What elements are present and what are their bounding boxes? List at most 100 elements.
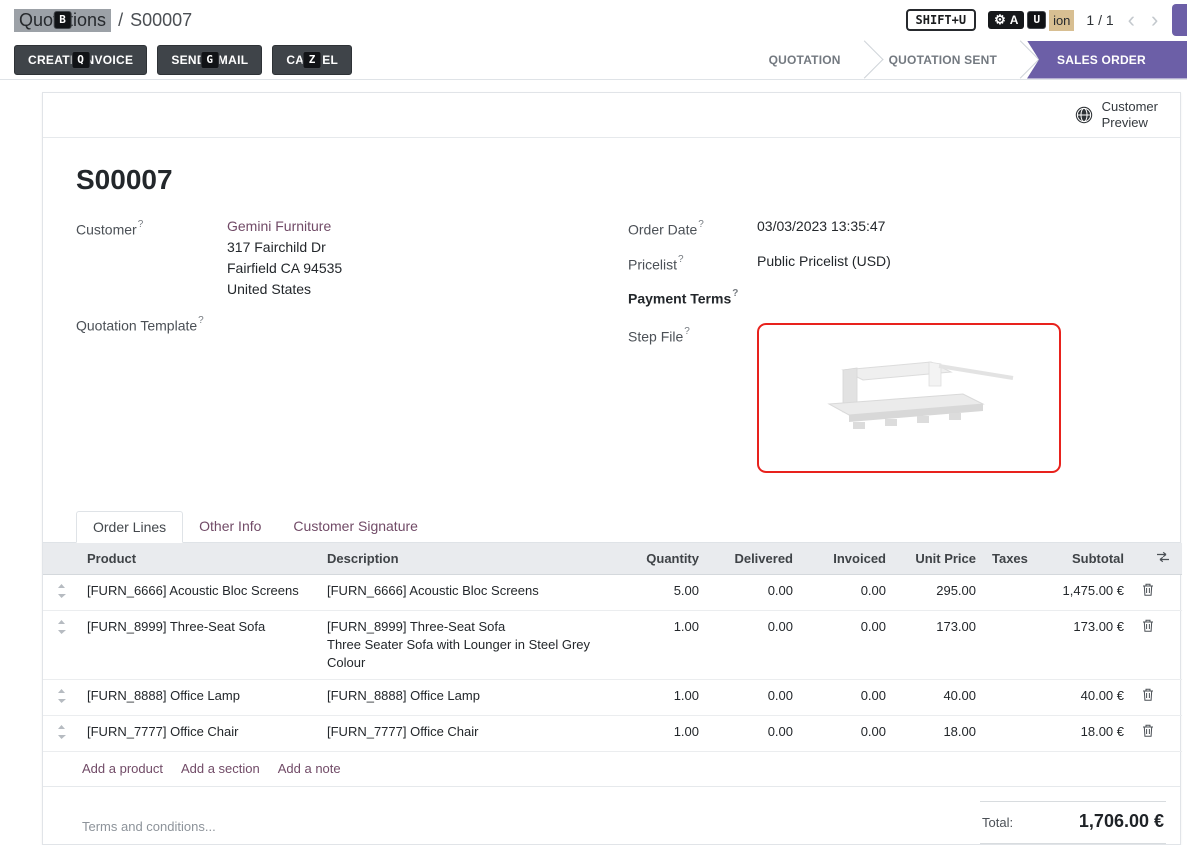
order-line-row[interactable]: [FURN_6666] Acoustic Bloc Screens [FURN_… — [43, 574, 1182, 610]
delete-line-button[interactable] — [1140, 618, 1156, 636]
line-unit-price[interactable]: 40.00 — [894, 679, 984, 715]
taxes-column-header: Taxes — [984, 543, 1036, 575]
line-invoiced[interactable]: 0.00 — [801, 715, 894, 751]
line-quantity[interactable]: 1.00 — [617, 715, 707, 751]
order-date-label: Order Date? — [628, 216, 757, 241]
delivered-column-header: Delivered — [707, 543, 801, 575]
customer-field: Customer? Gemini Furniture 317 Fairchild… — [76, 216, 628, 300]
customer-value[interactable]: Gemini Furniture 317 Fairchild Dr Fairfi… — [227, 216, 342, 300]
tab-order-lines[interactable]: Order Lines — [76, 511, 183, 543]
add-product-link[interactable]: Add a product — [82, 761, 163, 776]
line-unit-price[interactable]: 173.00 — [894, 610, 984, 679]
line-delivered[interactable]: 0.00 — [707, 715, 801, 751]
order-title[interactable]: S00007 — [43, 164, 1180, 196]
pager-next-button[interactable]: › — [1149, 9, 1160, 31]
total-value: 1,706.00 € — [1079, 811, 1164, 832]
customer-link[interactable]: Gemini Furniture — [227, 216, 342, 237]
help-marker: ? — [678, 254, 684, 265]
line-product[interactable]: [FURN_7777] Office Chair — [79, 715, 319, 751]
unit-price-column-header: Unit Price — [894, 543, 984, 575]
delete-line-button[interactable] — [1140, 723, 1156, 741]
breadcrumb-separator: / — [118, 10, 123, 31]
drag-handle-icon — [57, 620, 66, 634]
line-invoiced[interactable]: 0.00 — [801, 679, 894, 715]
pricelist-field: Pricelist? Public Pricelist (USD) — [628, 251, 1147, 276]
line-description[interactable]: [FURN_6666] Acoustic Bloc Screens — [319, 574, 617, 610]
step-file-image[interactable] — [757, 323, 1061, 473]
customer-preview-button[interactable]: Customer Preview — [1075, 99, 1158, 131]
line-delivered[interactable]: 0.00 — [707, 679, 801, 715]
line-product[interactable]: [FURN_8999] Three-Seat Sofa — [79, 610, 319, 679]
order-line-row[interactable]: [FURN_8999] Three-Seat Sofa [FURN_8999] … — [43, 610, 1182, 679]
line-taxes[interactable] — [984, 679, 1036, 715]
line-taxes[interactable] — [984, 610, 1036, 679]
line-description[interactable]: [FURN_8888] Office Lamp — [319, 679, 617, 715]
tab-customer-signature[interactable]: Customer Signature — [277, 511, 434, 542]
cancel-button[interactable]: CANCEL Z — [272, 45, 352, 75]
line-product[interactable]: [FURN_6666] Acoustic Bloc Screens — [79, 574, 319, 610]
drag-handle[interactable] — [43, 574, 79, 610]
drag-handle[interactable] — [43, 715, 79, 751]
line-quantity[interactable]: 1.00 — [617, 679, 707, 715]
send-email-button[interactable]: SEND EMAIL G — [157, 45, 262, 75]
order-line-row[interactable]: [FURN_7777] Office Chair [FURN_7777] Off… — [43, 715, 1182, 751]
delete-line-button[interactable] — [1140, 582, 1156, 600]
notebook-tabs: Order Lines Other Info Customer Signatur… — [43, 511, 1180, 543]
terms-and-conditions-input[interactable]: Terms and conditions... — [82, 801, 216, 834]
chevron-left-icon: ‹ — [1128, 7, 1135, 32]
chevron-right-icon: › — [1151, 7, 1158, 32]
quotation-template-field: Quotation Template? — [76, 312, 628, 337]
line-quantity[interactable]: 1.00 — [617, 610, 707, 679]
line-delivered[interactable]: 0.00 — [707, 574, 801, 610]
breadcrumb-quotations[interactable]: Quotations B — [14, 9, 111, 32]
line-subtotal: 40.00 € — [1036, 679, 1132, 715]
pager-previous-button[interactable]: ‹ — [1126, 9, 1137, 31]
product-column-header: Product — [79, 543, 319, 575]
line-invoiced[interactable]: 0.00 — [801, 610, 894, 679]
status-sales-order[interactable]: SALES ORDER — [1027, 41, 1187, 79]
action-menu-button[interactable]: ⚙ A U ion — [988, 10, 1074, 31]
optional-columns-toggle-icon[interactable] — [1156, 551, 1170, 563]
line-quantity[interactable]: 5.00 — [617, 574, 707, 610]
order-date-value[interactable]: 03/03/2023 13:35:47 — [757, 216, 885, 241]
pager-value: 1 / 1 — [1086, 12, 1113, 28]
description-column-header: Description — [319, 543, 617, 575]
add-note-link[interactable]: Add a note — [278, 761, 341, 776]
payment-terms-field: Payment Terms? — [628, 285, 1147, 310]
quantity-column-header: Quantity — [617, 543, 707, 575]
line-description[interactable]: [FURN_7777] Office Chair — [319, 715, 617, 751]
add-section-link[interactable]: Add a section — [181, 761, 260, 776]
drag-handle[interactable] — [43, 610, 79, 679]
sale-order-sheet: Customer Preview S00007 Customer? Gemini… — [42, 92, 1181, 845]
line-delivered[interactable]: 0.00 — [707, 610, 801, 679]
keyboard-hint-g: G — [200, 51, 219, 69]
line-product[interactable]: [FURN_8888] Office Lamp — [79, 679, 319, 715]
line-invoiced[interactable]: 0.00 — [801, 574, 894, 610]
drag-handle[interactable] — [43, 679, 79, 715]
status-quotation[interactable]: QUOTATION — [745, 41, 865, 79]
order-lines-body: [FURN_6666] Acoustic Bloc Screens [FURN_… — [43, 574, 1182, 751]
line-taxes[interactable] — [984, 715, 1036, 751]
line-description[interactable]: [FURN_8999] Three-Seat Sofa Three Seater… — [319, 610, 617, 679]
step-file-3d-render — [781, 340, 1037, 456]
status-quotation-sent[interactable]: QUOTATION SENT — [865, 41, 1021, 79]
line-unit-price[interactable]: 18.00 — [894, 715, 984, 751]
order-line-row[interactable]: [FURN_8888] Office Lamp [FURN_8888] Offi… — [43, 679, 1182, 715]
delete-line-button[interactable] — [1140, 687, 1156, 705]
clipped-primary-button[interactable]: C — [1172, 4, 1187, 36]
total-label: Total: — [982, 815, 1013, 830]
handle-column-header — [43, 543, 79, 575]
line-unit-price[interactable]: 295.00 — [894, 574, 984, 610]
create-invoice-button[interactable]: CREATE INVOICE Q — [14, 45, 147, 75]
breadcrumb-bar: Quotations B / S00007 SHIFT+U ⚙ A U ion … — [0, 0, 1187, 40]
step-file-label: Step File? — [628, 323, 757, 473]
sheet-footer: Terms and conditions... Total: 1,706.00 … — [43, 787, 1180, 844]
tab-other-info[interactable]: Other Info — [183, 511, 277, 542]
action-menu-chip: ⚙ A — [988, 11, 1024, 29]
action-bar: CREATE INVOICE Q SEND EMAIL G CANCEL Z Q… — [0, 40, 1187, 80]
keyboard-hint-shift-u: SHIFT+U — [906, 9, 977, 31]
line-taxes[interactable] — [984, 574, 1036, 610]
keyboard-hint-b: B — [53, 11, 72, 29]
drag-handle-icon — [57, 725, 66, 739]
pricelist-value[interactable]: Public Pricelist (USD) — [757, 251, 891, 276]
